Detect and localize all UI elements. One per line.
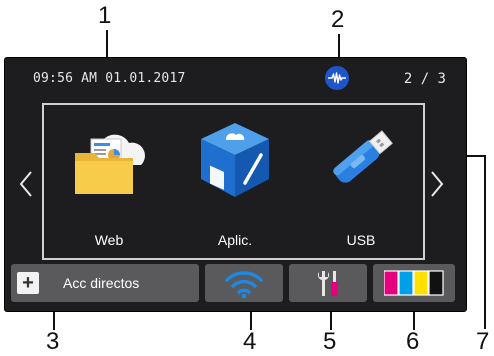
callout-3: 3: [46, 328, 60, 355]
app-label-usb: USB: [346, 232, 376, 248]
web-folder-cloud-icon: [75, 134, 145, 194]
app-tile-usb[interactable]: USB: [301, 105, 421, 258]
chevron-right-icon: [431, 171, 444, 197]
app-label-web: Web: [94, 232, 124, 248]
app-tile-web[interactable]: Web: [49, 105, 169, 258]
callout-1: 1: [98, 2, 112, 29]
app-label-aplic: Aplic.: [217, 232, 253, 248]
callout-6: 6: [406, 328, 420, 355]
usb-drive-icon: [333, 130, 393, 183]
plus-icon: +: [17, 272, 39, 294]
wifi-direct-icon[interactable]: [325, 66, 349, 90]
settings-button[interactable]: [289, 264, 367, 302]
app-tile-aplic[interactable]: Aplic.: [175, 105, 295, 258]
shortcuts-label: Acc directos: [63, 275, 140, 291]
callout-4: 4: [243, 328, 257, 355]
settings-tools-icon: [317, 271, 338, 296]
callout-7-line-v: [484, 155, 486, 329]
callout-7: 7: [476, 328, 490, 355]
wifi-icon: [225, 271, 263, 299]
ink-button[interactable]: [373, 264, 455, 302]
next-page-button[interactable]: [428, 170, 446, 198]
callout-5: 5: [323, 328, 337, 355]
page-indicator: 2 / 3: [403, 71, 446, 87]
previous-page-button[interactable]: [17, 170, 35, 198]
shortcuts-button[interactable]: + Acc directos: [11, 264, 199, 302]
chevron-left-icon: [19, 171, 32, 197]
wifi-button[interactable]: [205, 264, 283, 302]
status-datetime: 09:56 AM 01.01.2017: [33, 71, 186, 86]
ink-cartridges-icon: [384, 270, 444, 296]
callout-2: 2: [331, 6, 345, 33]
apps-cube-icon: [201, 123, 269, 197]
printer-touchscreen: 09:56 AM 01.01.2017 2 / 3 Web Aplic. USB…: [4, 57, 467, 312]
app-tiles-area: Web Aplic. USB: [42, 103, 425, 260]
